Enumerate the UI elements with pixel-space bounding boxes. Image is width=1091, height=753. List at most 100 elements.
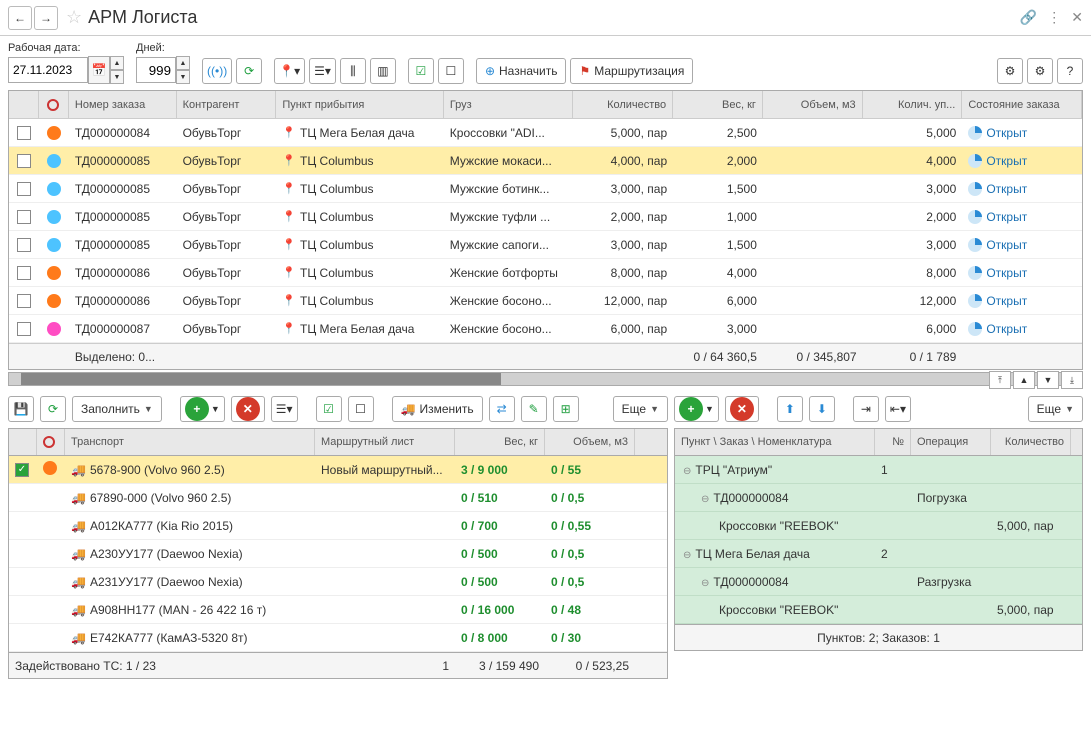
indent-in-button[interactable]: ⇥ — [853, 396, 879, 422]
col-volume2[interactable]: Объем, м3 — [545, 429, 635, 455]
order-row[interactable]: ТД000000084 ОбувьТорг 📍ТЦ Мега Белая дач… — [9, 119, 1082, 147]
fill-button[interactable]: Заполнить▼ — [72, 396, 162, 422]
route-row[interactable]: ⊖ТРЦ "Атриум" 1 — [675, 456, 1082, 484]
refresh2-button[interactable]: ⟳ — [40, 396, 66, 422]
col-state[interactable]: Состояние заказа — [962, 91, 1082, 118]
edit-button[interactable]: ✎ — [521, 396, 547, 422]
order-row[interactable]: ТД000000087 ОбувьТорг 📍ТЦ Мега Белая дач… — [9, 315, 1082, 343]
row-checkbox[interactable] — [17, 182, 31, 196]
tree-toggle-icon[interactable]: ⊖ — [701, 578, 709, 589]
change-button[interactable]: 🚚 Изменить — [392, 396, 483, 422]
order-row[interactable]: ТД000000085 ОбувьТорг 📍ТЦ Columbus Мужск… — [9, 175, 1082, 203]
settings2-button[interactable]: ⚙ — [1027, 58, 1053, 84]
broadcast-icon[interactable]: ((•)) — [202, 58, 232, 84]
transport-row[interactable]: 🚚А231УУ177 (Daewoo Nexia) 0 / 500 0 / 0,… — [9, 568, 667, 596]
row-checkbox[interactable] — [17, 126, 31, 140]
col-transport[interactable]: Транспорт — [65, 429, 315, 455]
save-button[interactable]: 💾 — [8, 396, 34, 422]
tree-toggle-icon[interactable]: ⊖ — [701, 494, 709, 505]
tree-toggle-icon[interactable]: ⊖ — [683, 466, 691, 477]
row-checkbox[interactable] — [17, 210, 31, 224]
col-cargo[interactable]: Груз — [444, 91, 574, 118]
row-checkbox[interactable] — [17, 266, 31, 280]
order-row[interactable]: ТД000000085 ОбувьТорг 📍ТЦ Columbus Мужск… — [9, 147, 1082, 175]
list2-button[interactable]: ☰▾ — [271, 396, 298, 422]
col-weight2[interactable]: Вес, кг — [455, 429, 545, 455]
check-all2-button[interactable]: ☑ — [316, 396, 342, 422]
transport-row[interactable]: 🚚А012КА777 (Kia Rio 2015) 0 / 700 0 / 0,… — [9, 512, 667, 540]
route-row[interactable]: Кроссовки "REEBOK" 5,000, пар — [675, 596, 1082, 624]
more-icon[interactable]: ⋮ — [1047, 9, 1061, 26]
assign-button[interactable]: ⊕Назначить — [476, 58, 567, 84]
days-spinner[interactable]: ▲▼ — [176, 56, 190, 84]
filter-button[interactable]: ⫼ — [340, 58, 366, 84]
uncheck-all-button[interactable]: ☐ — [438, 58, 464, 84]
transport-row[interactable]: ✓ 🚚5678-900 (Volvo 960 2.5) Новый маршру… — [9, 456, 667, 484]
scroll-bottom-button[interactable]: ⤓ — [1061, 371, 1083, 389]
delete-button[interactable]: ✕ — [231, 396, 265, 422]
col-order[interactable]: Номер заказа — [69, 91, 177, 118]
route-row[interactable]: ⊖ТД000000084 Разгрузка — [675, 568, 1082, 596]
settings1-button[interactable]: ⚙ — [997, 58, 1023, 84]
tree-toggle-icon[interactable]: ⊖ — [683, 550, 691, 561]
row-checkbox[interactable]: ✓ — [15, 463, 29, 477]
add-button[interactable]: +▼ — [180, 396, 225, 422]
indent-out-button[interactable]: ⇤▾ — [885, 396, 911, 422]
help-button[interactable]: ? — [1057, 58, 1083, 84]
close-icon[interactable]: ✕ — [1071, 9, 1083, 26]
col-num[interactable]: № — [875, 429, 911, 455]
col-qty2[interactable]: Количество — [991, 429, 1071, 455]
col-route[interactable]: Маршрутный лист — [315, 429, 455, 455]
grid-button[interactable]: ⊞ — [553, 396, 579, 422]
col-packages[interactable]: Колич. уп... — [863, 91, 963, 118]
more2-button[interactable]: Еще▼ — [1028, 396, 1083, 422]
delete2-button[interactable]: ✕ — [725, 396, 759, 422]
transport-row[interactable]: 🚚Е742КА777 (КамАЗ-5320 8т) 0 / 8 000 0 /… — [9, 624, 667, 652]
routing-button[interactable]: ⚑Маршрутизация — [570, 58, 693, 84]
col-node[interactable]: Пункт \ Заказ \ Номенклатура — [675, 429, 875, 455]
orders-scrollbar[interactable] — [8, 372, 1083, 386]
favorite-icon[interactable]: ☆ — [66, 7, 82, 28]
columns-button[interactable]: ▥ — [370, 58, 396, 84]
check-all-button[interactable]: ☑ — [408, 58, 434, 84]
col-volume[interactable]: Объем, м3 — [763, 91, 863, 118]
transport-row[interactable]: 🚚А908НН177 (MAN - 26 422 16 т) 0 / 16 00… — [9, 596, 667, 624]
row-checkbox[interactable] — [17, 322, 31, 336]
uncheck-all2-button[interactable]: ☐ — [348, 396, 374, 422]
row-checkbox[interactable] — [17, 154, 31, 168]
scroll-top-button[interactable]: ⤒ — [989, 371, 1011, 389]
map-pin-button[interactable]: 📍▾ — [274, 58, 305, 84]
order-row[interactable]: ТД000000085 ОбувьТорг 📍ТЦ Columbus Мужск… — [9, 203, 1082, 231]
col-weight[interactable]: Вес, кг — [673, 91, 763, 118]
col-destination[interactable]: Пункт прибытия — [276, 91, 444, 118]
row-checkbox[interactable] — [17, 294, 31, 308]
more-button[interactable]: Еще▼ — [613, 396, 668, 422]
move-down-button[interactable]: ⬇ — [809, 396, 835, 422]
date-spinner[interactable]: ▲▼ — [110, 56, 124, 84]
list-button[interactable]: ☰▾ — [309, 58, 336, 84]
back-button[interactable]: ← — [8, 6, 32, 30]
col-contractor[interactable]: Контрагент — [177, 91, 277, 118]
transport-row[interactable]: 🚚67890-000 (Volvo 960 2.5) 0 / 510 0 / 0… — [9, 484, 667, 512]
col-op[interactable]: Операция — [911, 429, 991, 455]
order-row[interactable]: ТД000000086 ОбувьТорг 📍ТЦ Columbus Женск… — [9, 259, 1082, 287]
route-row[interactable]: Кроссовки "REEBOK" 5,000, пар — [675, 512, 1082, 540]
days-input[interactable] — [136, 57, 176, 83]
forward-button[interactable]: → — [34, 6, 58, 30]
order-row[interactable]: ТД000000085 ОбувьТорг 📍ТЦ Columbus Мужск… — [9, 231, 1082, 259]
route-row[interactable]: ⊖ТД000000084 Погрузка — [675, 484, 1082, 512]
col-qty[interactable]: Количество — [573, 91, 673, 118]
transport-row[interactable]: 🚚А230УУ177 (Daewoo Nexia) 0 / 500 0 / 0,… — [9, 540, 667, 568]
route-row[interactable]: ⊖ТЦ Мега Белая дача 2 — [675, 540, 1082, 568]
work-date-input[interactable] — [8, 57, 88, 83]
add2-button[interactable]: +▼ — [674, 396, 719, 422]
row-checkbox[interactable] — [17, 238, 31, 252]
move-up-button[interactable]: ⬆ — [777, 396, 803, 422]
scroll-down-button[interactable]: ▼ — [1037, 371, 1059, 389]
calendar-icon[interactable]: 📅 — [88, 56, 110, 84]
refresh-button[interactable]: ⟳ — [236, 58, 262, 84]
order-row[interactable]: ТД000000086 ОбувьТорг 📍ТЦ Columbus Женск… — [9, 287, 1082, 315]
link-icon[interactable]: 🔗 — [1020, 9, 1037, 26]
transfer-button[interactable]: ⇄ — [489, 396, 515, 422]
scroll-up-button[interactable]: ▲ — [1013, 371, 1035, 389]
